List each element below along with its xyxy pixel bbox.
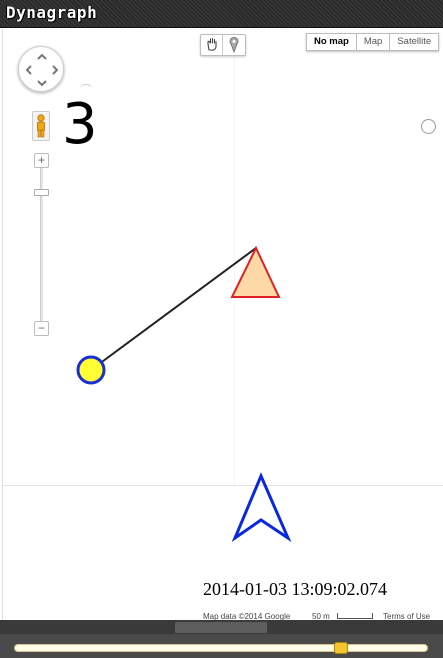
map-attribution: Map data ©2014 Google (203, 612, 291, 620)
navigation-arrow-marker[interactable] (231, 472, 292, 543)
timeline-slider-handle[interactable] (334, 642, 349, 654)
timeline-panel (0, 634, 443, 658)
terms-of-use-link[interactable]: Terms of Use (383, 612, 430, 620)
link-line (90, 247, 257, 371)
timestamp-label: 2014-01-03 13:09:02.074 (203, 579, 387, 599)
map-canvas[interactable]: + − No map Map Satellite 3 2014-01-03 13… (2, 29, 443, 620)
scale-label: 50 m (312, 612, 330, 620)
scrollbar-thumb[interactable] (175, 622, 267, 633)
circle-marker[interactable] (76, 355, 106, 385)
triangle-marker[interactable] (230, 245, 281, 298)
timeline-slider-track[interactable] (14, 644, 428, 652)
horizontal-scrollbar[interactable] (0, 620, 443, 634)
geometry-overlay (76, 245, 292, 543)
app-title: Dynagraph (6, 3, 98, 22)
title-bar: Dynagraph (0, 0, 443, 28)
scale-bar (337, 613, 373, 619)
